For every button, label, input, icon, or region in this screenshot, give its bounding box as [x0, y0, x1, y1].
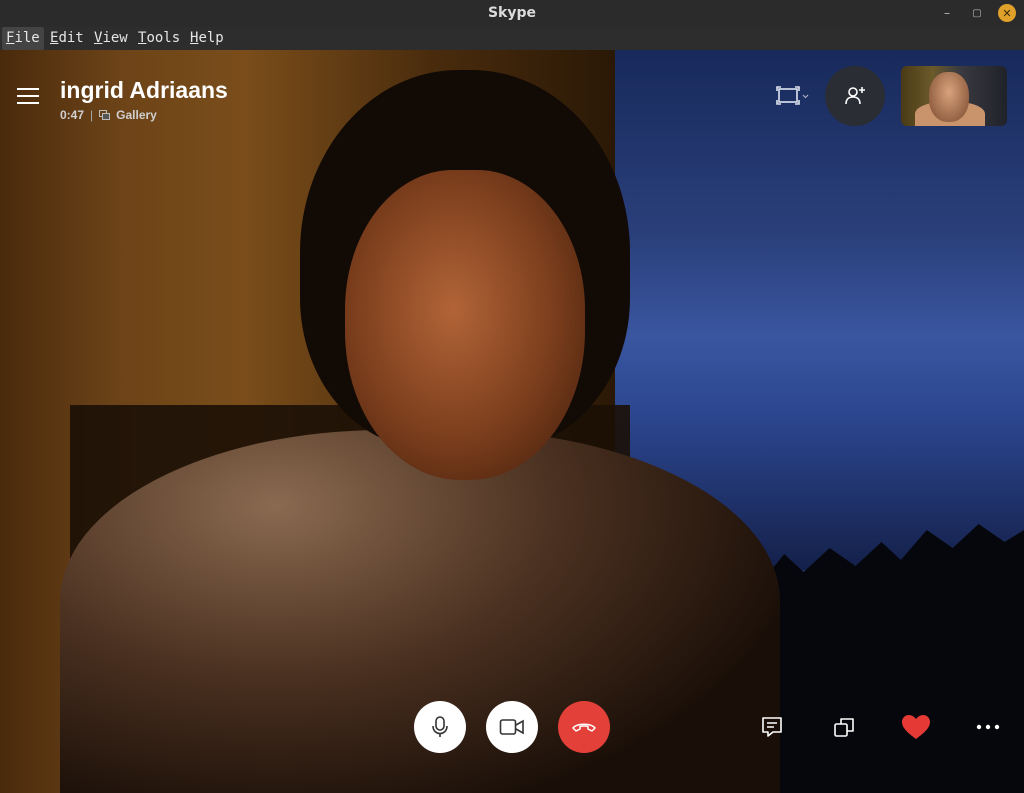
self-person-face: [929, 72, 969, 122]
view-mode-label: Gallery: [116, 108, 157, 122]
call-meta: 0:47 | Gallery: [60, 108, 157, 122]
chat-button[interactable]: [757, 712, 787, 742]
hang-up-icon: [572, 723, 596, 732]
video-toggle-button[interactable]: [486, 701, 538, 753]
more-options-button[interactable]: [973, 712, 1003, 742]
video-camera-icon: [499, 719, 524, 735]
screen-layout-icon[interactable]: [776, 85, 810, 107]
gallery-icon: [99, 110, 111, 120]
caller-name: ingrid Adriaans: [60, 77, 228, 103]
share-screen-icon: [834, 718, 854, 737]
add-people-button[interactable]: [825, 66, 885, 126]
title-bar: Skype – ▢ ✕: [0, 0, 1024, 28]
close-button[interactable]: ✕: [998, 4, 1016, 22]
microphone-icon: [432, 716, 448, 737]
self-video-preview[interactable]: [901, 66, 1007, 126]
heart-icon: [902, 715, 930, 739]
call-duration: 0:47: [60, 108, 85, 122]
add-person-icon: [845, 87, 865, 105]
remote-video-feed: [0, 50, 1024, 793]
react-button[interactable]: [901, 712, 931, 742]
menu-bar: File Edit View Tools Help: [0, 27, 1024, 50]
view-mode-button[interactable]: Gallery: [99, 108, 157, 122]
maximize-button[interactable]: ▢: [968, 4, 986, 22]
menu-view[interactable]: View: [90, 27, 132, 50]
more-options-icon: [976, 724, 1000, 730]
remote-person-face: [345, 170, 585, 480]
menu-edit[interactable]: Edit: [46, 27, 88, 50]
share-screen-button[interactable]: [829, 712, 859, 742]
hamburger-icon[interactable]: [17, 87, 39, 105]
minimize-button[interactable]: –: [938, 4, 956, 22]
menu-tools[interactable]: Tools: [134, 27, 184, 50]
mute-button[interactable]: [414, 701, 466, 753]
menu-file[interactable]: File: [2, 27, 44, 50]
chat-icon: [762, 717, 782, 737]
end-call-button[interactable]: [558, 701, 610, 753]
skype-window: Skype – ▢ ✕ File Edit View Tools Help in…: [0, 0, 1024, 793]
window-title: Skype: [487, 5, 537, 21]
menu-help[interactable]: Help: [186, 27, 228, 50]
meta-separator: |: [90, 108, 94, 122]
